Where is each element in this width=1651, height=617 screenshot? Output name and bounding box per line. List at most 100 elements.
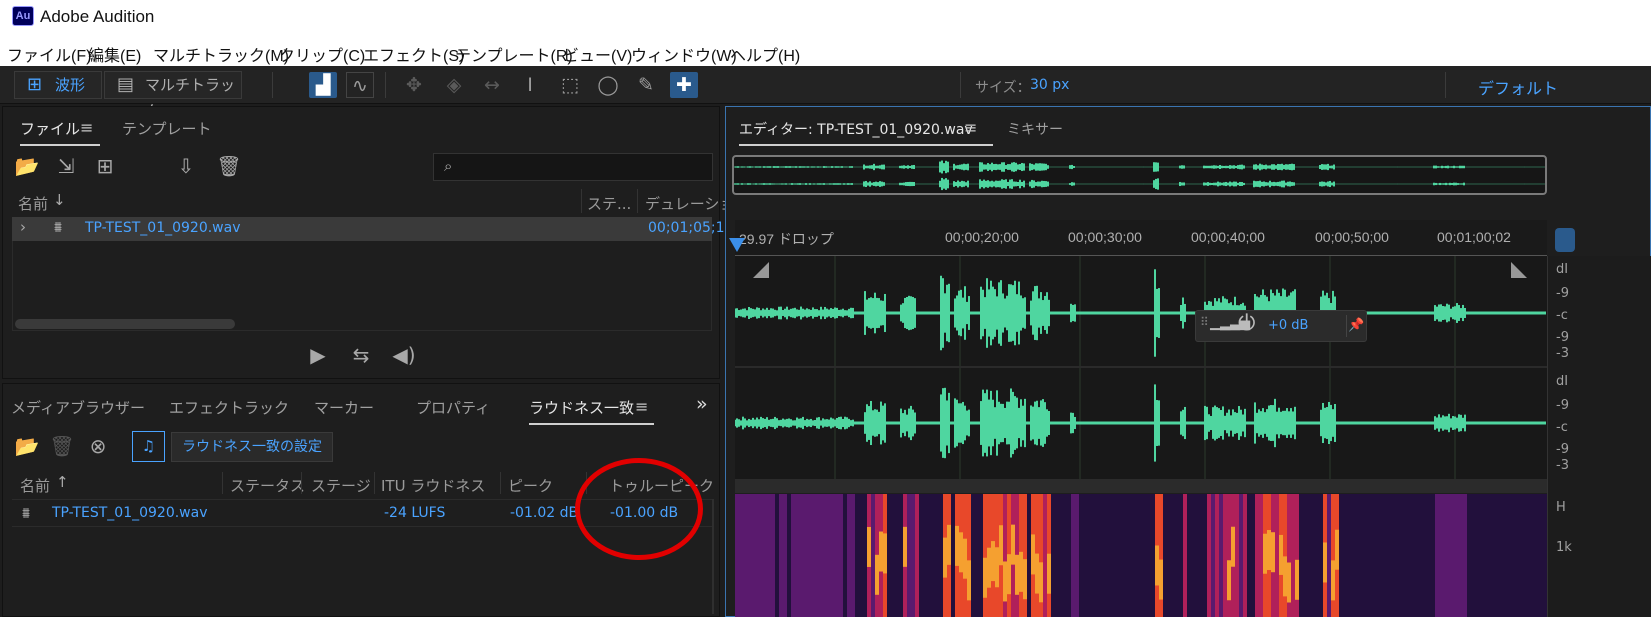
trash-icon[interactable]: 🗑	[49, 434, 75, 458]
toolbar-divider	[272, 72, 273, 98]
waveform-mode-label: 波形	[55, 76, 86, 94]
column-name[interactable]: 名前	[18, 193, 48, 214]
playhead-icon[interactable]	[729, 238, 745, 252]
gain-hud[interactable]: ⠿ ▁▂▃▅ ⏻ +0 dB 📌	[1195, 310, 1367, 342]
menu-help[interactable]: ヘルプ(H)	[730, 42, 800, 66]
timecode-mode[interactable]: 29.97 ドロップ	[739, 229, 834, 249]
tab-files[interactable]: ファイル	[20, 118, 101, 146]
panel-menu-icon[interactable]: ≡	[635, 397, 648, 416]
tab-properties[interactable]: プロパティ	[416, 397, 490, 418]
multitrack-icon: ▤	[117, 74, 135, 95]
tab-markers[interactable]: マーカー	[314, 397, 374, 418]
gain-knob-icon[interactable]: ⏻	[1238, 311, 1255, 336]
gain-value[interactable]: +0 dB	[1268, 318, 1308, 333]
slip-tool-icon[interactable]: ↔	[478, 72, 506, 98]
waveform-mode-button[interactable]: ⊞ 波形	[14, 71, 102, 99]
razor-tool-icon[interactable]: ◈	[440, 72, 468, 98]
loudness-analyze-icon[interactable]: ♫	[132, 431, 165, 462]
expand-chevron-icon[interactable]: ›	[20, 218, 26, 236]
tab-mixer[interactable]: ミキサー	[1007, 119, 1063, 139]
menu-file[interactable]: ファイル(F)	[7, 42, 91, 66]
column-status[interactable]: ステ...	[587, 193, 631, 214]
scale-label: -9	[1556, 286, 1569, 301]
pin-icon[interactable]: 📌	[1346, 315, 1366, 337]
waveform-channels	[734, 256, 1546, 481]
trash-icon[interactable]: 🗑	[216, 154, 242, 178]
multitrack-mode-button[interactable]: ▤ マルチトラック	[104, 71, 242, 120]
menu-window[interactable]: ウィンドウ(W)	[631, 42, 737, 66]
lasso-tool-icon[interactable]: ◯	[594, 72, 622, 98]
menu-clip[interactable]: クリップ(C)	[279, 42, 365, 66]
scale-label: -9	[1556, 442, 1569, 457]
column-divider	[581, 189, 582, 213]
workspace-selector[interactable]: デフォルト	[1478, 75, 1558, 99]
spectral-display[interactable]	[735, 494, 1547, 617]
scale-label: -c	[1556, 308, 1568, 323]
column-status[interactable]: ステータス	[230, 475, 305, 496]
spectral-view-icon[interactable]: ∿	[346, 72, 374, 98]
sort-up-icon: ↑	[56, 473, 69, 491]
menu-multitrack[interactable]: マルチトラック(M)	[153, 42, 289, 66]
hud-grip-icon[interactable]: ⠿	[1200, 315, 1209, 329]
tab-templates[interactable]: テンプレート	[122, 118, 212, 139]
play-icon[interactable]: ▶	[305, 343, 331, 367]
toolbar: ⊞ 波形 ▤ マルチトラック ▟ ∿ ✥ ◈ ↔ I ⬚ ◯ ✎ ✚ サイズ： …	[0, 66, 1651, 120]
panel-menu-icon[interactable]: ≡	[80, 118, 93, 137]
ruler-tick-label: 00;01;00;02	[1437, 229, 1511, 245]
overview-navigator[interactable]	[732, 155, 1547, 195]
open-folder-icon[interactable]: 📂	[14, 154, 40, 178]
brush-tool-icon[interactable]: ✎	[632, 72, 660, 98]
menu-template[interactable]: テンプレート(R)	[455, 42, 573, 66]
scale-label: -9	[1556, 330, 1569, 345]
tab-effects-rack[interactable]: エフェクトラック	[169, 397, 289, 418]
column-peak[interactable]: ピーク	[508, 475, 553, 496]
file-row[interactable]: › ⩩ TP-TEST_01_0920.wav 00;01;05;1	[12, 217, 725, 241]
import-icon[interactable]: ⇲	[53, 154, 79, 178]
panel-menu-icon[interactable]: ≡	[964, 118, 977, 137]
menu-effects[interactable]: エフェクト(S)	[363, 42, 464, 66]
waveform-view-icon[interactable]: ▟	[309, 72, 337, 98]
scale-label: H	[1556, 500, 1566, 515]
tab-media-browser[interactable]: メディアブラウザー	[11, 397, 145, 418]
spot-healing-icon[interactable]: ✚	[670, 72, 698, 98]
zoom-icon[interactable]	[1555, 228, 1575, 252]
size-label: サイズ：	[975, 80, 1031, 96]
loudness-settings-button[interactable]: ラウドネス一致の設定	[171, 432, 333, 462]
tab-editor[interactable]: エディター: TP-TEST_01_0920.wav	[739, 119, 993, 146]
menu-view[interactable]: ビュー(V)	[563, 42, 632, 66]
size-value[interactable]: 30 px	[1030, 77, 1069, 93]
clear-list-icon[interactable]: ⊗	[85, 434, 111, 458]
spectral-splitter[interactable]	[735, 479, 1547, 493]
tab-loudness-match[interactable]: ラウドネス一致	[529, 397, 655, 425]
marquee-tool-icon[interactable]: ⬚	[556, 72, 584, 98]
column-divider	[222, 472, 223, 494]
open-folder-icon[interactable]: 📂	[14, 434, 40, 458]
more-panels-icon[interactable]: »	[696, 393, 708, 415]
search-icon: ⌕	[444, 157, 453, 175]
loop-icon[interactable]: ⇆	[348, 343, 374, 367]
waveform-display[interactable]	[734, 256, 1547, 493]
menu-edit[interactable]: 編集(E)	[88, 42, 141, 66]
vertical-scrollbar[interactable]	[712, 499, 714, 614]
time-selection-icon[interactable]: I	[516, 72, 544, 98]
scale-label: dI	[1556, 374, 1569, 389]
insert-icon[interactable]: ⇩	[173, 154, 199, 178]
column-itu-loudness[interactable]: ITU ラウドネス	[381, 475, 485, 496]
move-tool-icon[interactable]: ✥	[400, 72, 428, 98]
scale-label: -3	[1556, 346, 1569, 361]
column-duration[interactable]: デュレーショ	[645, 193, 734, 214]
peak-value: -01.02 dB	[510, 505, 579, 521]
column-name[interactable]: 名前	[20, 475, 50, 496]
search-input[interactable]: ⌕	[433, 153, 713, 181]
autoplay-speaker-icon[interactable]: ◀)	[391, 343, 417, 367]
audio-file-icon: ⩩	[54, 218, 63, 236]
column-stage[interactable]: ステージ	[311, 475, 371, 496]
itu-loudness-value: -24 LUFS	[384, 505, 446, 521]
new-file-icon[interactable]: ⊞	[92, 154, 118, 178]
waveform-icon: ⊞	[27, 74, 43, 95]
scale-label: -c	[1556, 420, 1568, 435]
scale-label: 1k	[1556, 540, 1572, 555]
horizontal-scrollbar[interactable]	[15, 319, 235, 329]
scale-label: -3	[1556, 458, 1569, 473]
time-ruler[interactable]: 29.97 ドロップ 00;00;20;00 00;00;30;00 00;00…	[729, 220, 1547, 256]
